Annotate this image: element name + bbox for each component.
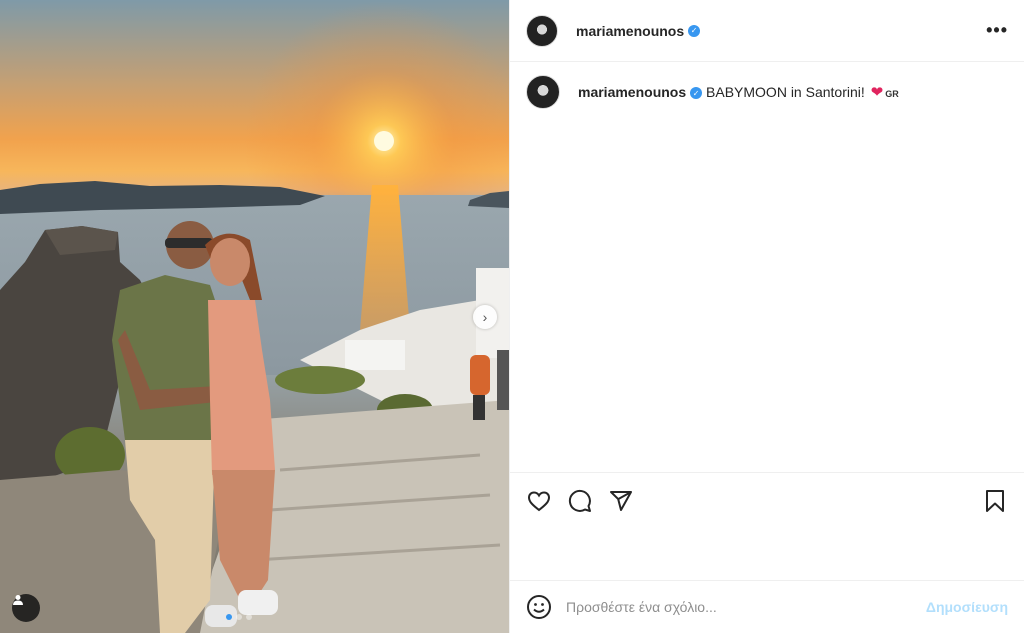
comment-input[interactable] — [566, 599, 906, 615]
more-options-icon[interactable]: ••• — [986, 20, 1008, 41]
post-comment-button[interactable]: Δημοσίευση — [926, 599, 1008, 615]
comment-bar: Δημοσίευση — [510, 580, 1024, 633]
username-link[interactable]: mariamenounos — [576, 23, 684, 39]
chevron-right-icon: › — [482, 309, 488, 325]
verified-badge-icon: ✓ — [688, 24, 701, 37]
heart-icon — [527, 490, 551, 511]
verified-badge-icon: ✓ — [690, 87, 703, 100]
slide-dot — [246, 614, 252, 620]
caption-username-link[interactable]: mariamenounos — [578, 84, 686, 100]
share-icon — [610, 490, 632, 511]
tagged-users-button[interactable] — [12, 594, 40, 622]
greece-flag-icon: GR — [885, 89, 899, 99]
user-icon — [13, 595, 23, 605]
post-header: mariamenounos ✓ ••• — [510, 0, 1024, 62]
post-side-panel: mariamenounos ✓ ••• mariamenounos ✓ BABYM… — [509, 0, 1024, 633]
avatar[interactable] — [526, 14, 558, 47]
post-actions — [510, 472, 1024, 528]
emoji-button[interactable] — [526, 594, 552, 620]
comment-button[interactable] — [567, 488, 593, 514]
smiley-icon — [527, 595, 551, 619]
santorini-sunset-photo — [0, 0, 509, 633]
caption-body: BABYMOON in Santorini! — [706, 84, 869, 100]
save-button[interactable] — [982, 488, 1008, 514]
caption-avatar[interactable] — [526, 75, 560, 109]
slide-dot — [226, 614, 232, 620]
comment-icon — [568, 489, 591, 512]
post-photo[interactable]: › — [0, 0, 509, 633]
like-button[interactable] — [526, 488, 552, 514]
slide-indicator — [226, 614, 252, 620]
next-slide-button[interactable]: › — [473, 305, 497, 329]
post-caption: mariamenounos ✓ BABYMOON in Santorini! ❤ G… — [510, 62, 1024, 122]
bookmark-icon — [986, 489, 1004, 512]
heart-emoji-icon: ❤ — [870, 84, 884, 101]
caption-text: mariamenounos ✓ BABYMOON in Santorini! ❤ G… — [578, 83, 899, 101]
share-button[interactable] — [608, 488, 634, 514]
slide-dot — [236, 614, 242, 620]
